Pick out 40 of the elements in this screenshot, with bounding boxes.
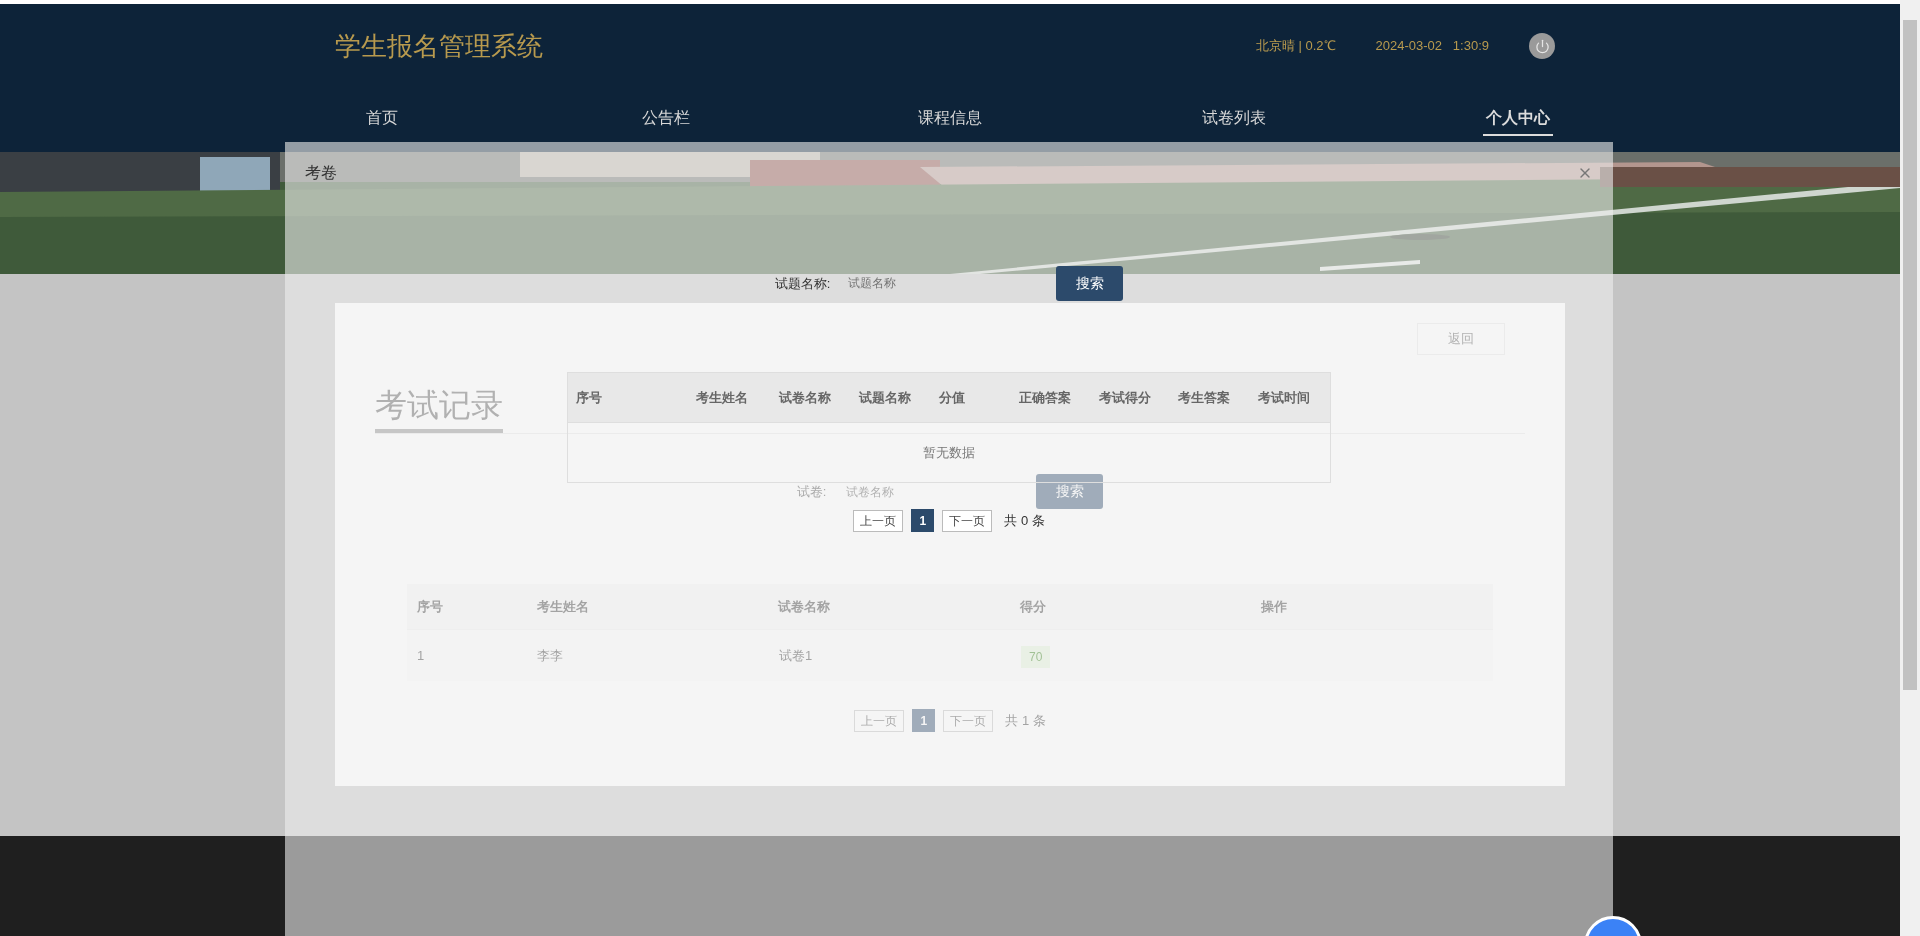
column-header: 试卷名称 xyxy=(777,388,833,407)
table-cell-text: 李李 xyxy=(536,646,564,665)
previous-page-button[interactable]: 上一页 xyxy=(853,509,904,532)
total-count: 共 1 条 xyxy=(1005,711,1046,730)
column-header: 考生答案 xyxy=(1177,388,1232,407)
search-label: 试卷: xyxy=(796,482,827,501)
weather-text: 北京晴 | 0.2℃ xyxy=(1255,37,1336,56)
search-label: 试题名称: xyxy=(774,274,831,293)
modal-title: 考卷 xyxy=(305,163,337,183)
nav-link[interactable]: 公告栏 xyxy=(631,106,701,134)
column-header: 操作 xyxy=(1260,597,1289,616)
page-number-button[interactable]: 1 xyxy=(911,509,935,532)
total-count: 共 0 条 xyxy=(1004,511,1045,530)
next-page-button[interactable]: 下一页 xyxy=(942,509,993,532)
search-field[interactable]: 试卷名称 xyxy=(846,476,1017,507)
column-header: 得分 xyxy=(1018,597,1047,616)
column-header: 序号 xyxy=(416,597,444,616)
column-header: 分值 xyxy=(937,388,966,407)
nav-link[interactable]: 个人中心 xyxy=(1483,106,1553,136)
nav-link[interactable]: 课程信息 xyxy=(915,106,985,134)
power-icon[interactable] xyxy=(1529,33,1555,59)
column-header: 试卷名称 xyxy=(776,597,832,616)
site-title: 学生报名管理系统 xyxy=(335,29,543,63)
column-header: 序号 xyxy=(575,388,603,407)
column-header: 试题名称 xyxy=(857,388,912,407)
table-cell-text: 1 xyxy=(416,646,426,665)
column-header: 考生姓名 xyxy=(695,388,750,407)
column-header: 考生姓名 xyxy=(535,597,590,616)
datetime-text: 2024-03-02 1:30:9 xyxy=(1375,37,1489,56)
table-cell-text: 试卷1 xyxy=(778,646,814,665)
page-title: 考试记录 xyxy=(375,385,503,433)
search-field[interactable]: 试题名称 xyxy=(848,268,1039,299)
column-header: 正确答案 xyxy=(1017,388,1072,407)
column-header: 考试得分 xyxy=(1097,388,1152,407)
nav-link[interactable]: 试卷列表 xyxy=(1199,106,1269,134)
score-tag: 70 xyxy=(1021,645,1051,668)
empty-message: 暂无数据 xyxy=(923,443,975,462)
column-header: 考试时间 xyxy=(1257,388,1312,407)
search-button[interactable]: 搜索 xyxy=(1056,266,1124,301)
nav-link[interactable]: 首页 xyxy=(347,106,417,134)
